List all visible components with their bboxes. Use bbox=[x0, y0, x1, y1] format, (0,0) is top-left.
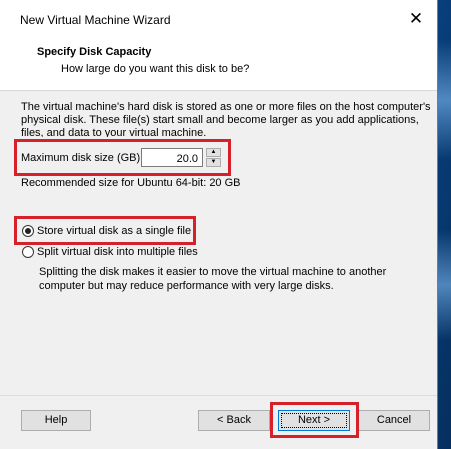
radio-single-file-label[interactable]: Store virtual disk as a single file bbox=[37, 225, 191, 237]
wizard-header: Specify Disk Capacity How large do you w… bbox=[0, 38, 437, 91]
close-icon[interactable]: ✕ bbox=[407, 10, 425, 28]
next-button-label: Next > bbox=[297, 414, 331, 426]
title-bar: New Virtual Machine Wizard ✕ bbox=[0, 0, 437, 38]
radio-button-icon[interactable] bbox=[22, 225, 34, 237]
window-title: New Virtual Machine Wizard bbox=[20, 13, 171, 27]
back-button[interactable]: < Back bbox=[198, 410, 270, 431]
max-disk-size-input[interactable] bbox=[141, 148, 203, 167]
page-title: Specify Disk Capacity bbox=[37, 46, 152, 58]
footer-divider bbox=[0, 395, 437, 396]
page-subtitle: How large do you want this disk to be? bbox=[61, 63, 250, 75]
recommended-size-text: Recommended size for Ubuntu 64-bit: 20 G… bbox=[21, 177, 241, 189]
radio-selected-dot bbox=[25, 228, 31, 234]
split-description: Splitting the disk makes it easier to mo… bbox=[39, 266, 387, 292]
max-disk-size-label: Maximum disk size (GB): bbox=[21, 152, 144, 164]
disk-description: The virtual machine's hard disk is store… bbox=[21, 101, 431, 137]
radio-button-icon[interactable] bbox=[22, 246, 34, 258]
help-button[interactable]: Help bbox=[21, 410, 91, 431]
cancel-button[interactable]: Cancel bbox=[358, 410, 430, 431]
wizard-window: New Virtual Machine Wizard ✕ Specify Dis… bbox=[0, 0, 438, 449]
next-button[interactable]: Next > bbox=[278, 410, 350, 431]
spin-down-icon[interactable]: ▼ bbox=[206, 158, 221, 167]
spin-up-icon[interactable]: ▲ bbox=[206, 148, 221, 157]
max-disk-size-stepper[interactable]: ▲ ▼ bbox=[206, 148, 221, 167]
radio-split-files-label[interactable]: Split virtual disk into multiple files bbox=[37, 246, 198, 258]
